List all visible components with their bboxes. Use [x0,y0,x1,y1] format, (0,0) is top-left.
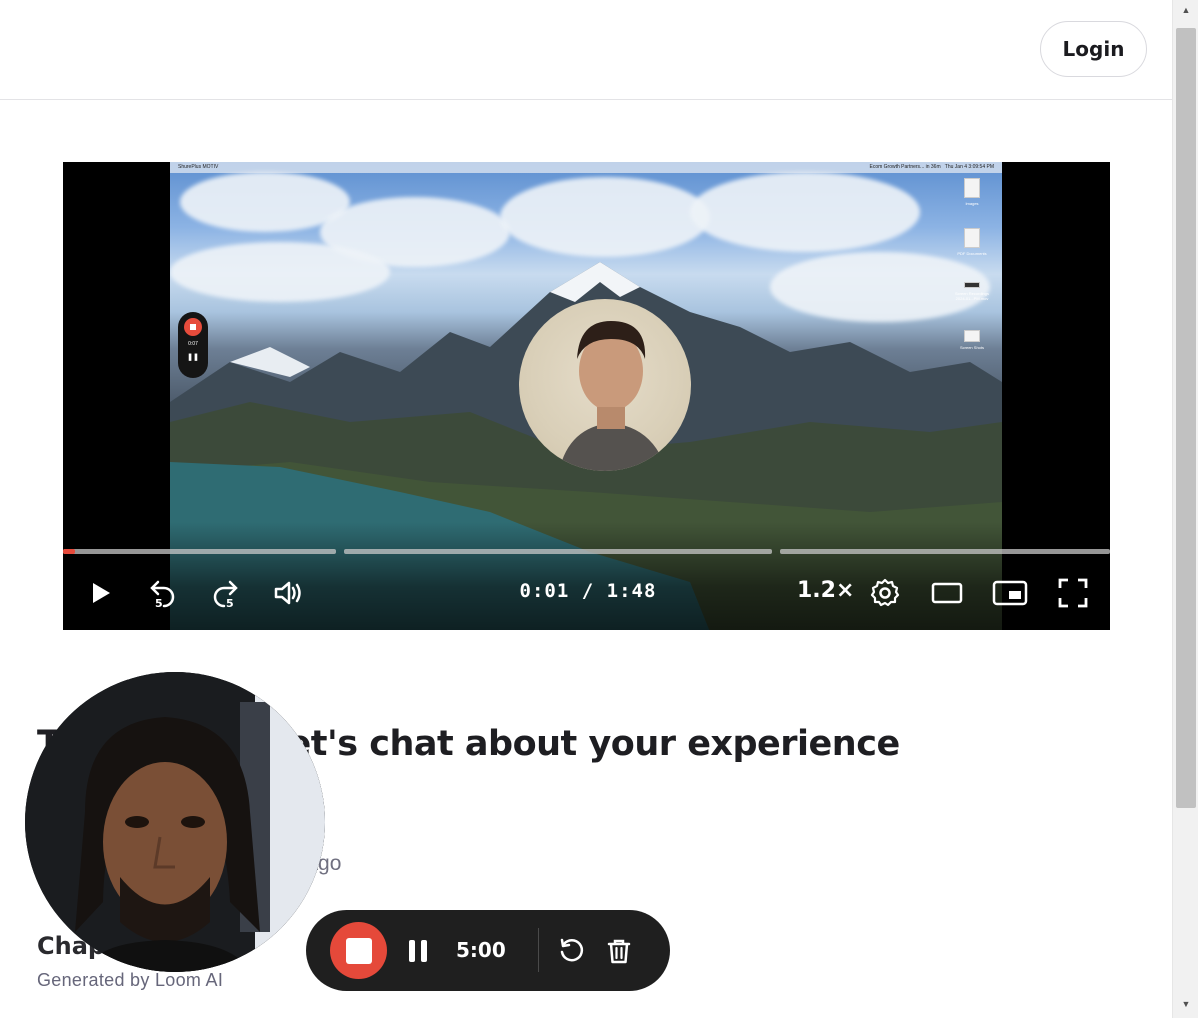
stop-recording-button[interactable] [330,922,387,979]
video-player[interactable]: ShurePlus MOTIV Ecom Growth Partners... … [63,162,1110,630]
time-display: 0:01 / 1:48 [518,580,658,602]
picture-in-picture-icon [992,580,1028,606]
play-button[interactable] [83,576,117,610]
settings-gear-icon [870,578,900,607]
forward-button[interactable]: 5 [205,576,245,610]
pause-recording-button[interactable] [404,936,432,966]
page-header: Login [0,0,1172,100]
desktop-icon: Images [950,178,994,206]
picture-in-picture-button[interactable] [990,576,1030,610]
pause-icon [409,940,427,962]
fullscreen-button[interactable] [1054,576,1092,610]
progress-segment[interactable] [63,549,336,554]
volume-icon [274,581,301,605]
webcam-bubble[interactable] [25,672,325,972]
delete-recording-button[interactable] [602,934,636,968]
progress-played [63,549,75,554]
current-time: 0:01 [519,580,570,602]
settings-button[interactable] [866,576,904,610]
fullscreen-icon [1058,578,1088,608]
scroll-down-arrow[interactable]: ▼ [1173,994,1198,1014]
restart-icon [560,938,584,962]
svg-text:5: 5 [226,597,234,610]
rewind-button[interactable]: 5 [143,576,183,610]
duration: 1:48 [606,580,657,602]
scrollbar-thumb[interactable] [1176,28,1196,808]
time-separator: / [581,580,595,602]
scroll-up-arrow[interactable]: ▲ [1173,0,1198,20]
login-button[interactable]: Login [1040,21,1147,77]
trash-icon [607,939,631,964]
screen-menubar: ShurePlus MOTIV Ecom Growth Partners... … [170,162,1002,173]
desktop-icon: PDF Documents [950,228,994,256]
rewind-5-icon: 5 [150,580,175,610]
presenter-camera-bubble [519,299,691,471]
theater-mode-button[interactable] [928,576,966,610]
playback-speed-button[interactable]: 1.2× [797,578,854,603]
toolbar-divider [538,928,539,972]
play-icon [93,583,110,603]
forward-5-icon: 5 [213,580,238,610]
desktop-icon: Screen Shots [950,330,994,350]
embedded-recorder-pill: 0:07 ❚❚ [178,312,208,378]
progress-segment[interactable] [780,549,1110,554]
recorder-toolbar: 5:00 [306,910,670,991]
volume-button[interactable] [268,576,308,610]
stop-icon [345,937,372,964]
progress-segment[interactable] [344,549,772,554]
svg-text:5: 5 [155,597,163,610]
page-scrollbar[interactable]: ▲ ▼ [1172,0,1198,1018]
generated-by-label: Generated by Loom AI [37,970,224,990]
restart-recording-button[interactable] [554,934,588,968]
desktop-icon: Screen Recordings 2024-01...PM.mov [950,282,994,301]
theater-mode-icon [931,582,963,604]
recording-timer: 5:00 [456,938,506,962]
